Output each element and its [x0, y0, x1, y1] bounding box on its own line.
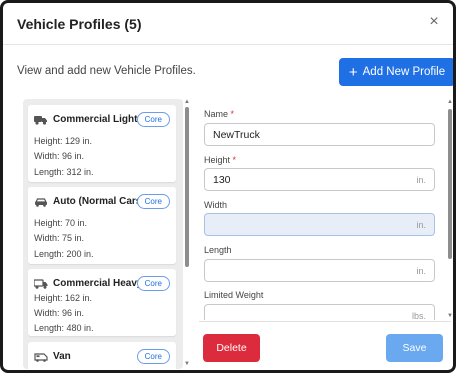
save-button[interactable]: Save [386, 334, 443, 362]
profile-name: Auto (Normal Cars) [53, 196, 145, 207]
profile-name: Commercial Heavy [53, 278, 143, 289]
add-new-profile-label: Add New Profile [362, 66, 446, 78]
name-label: Name * [204, 109, 235, 119]
dialog-header: Vehicle Profiles (5) × [3, 3, 453, 45]
scrollbar-thumb[interactable] [448, 109, 452, 259]
profile-height: Height: 129 in. [34, 136, 93, 146]
scroll-up-icon[interactable]: ▲ [447, 99, 453, 105]
scroll-down-icon[interactable]: ▼ [184, 361, 190, 367]
required-marker: * [232, 155, 237, 165]
height-unit: in. [416, 175, 426, 185]
core-badge: Core [136, 276, 170, 291]
footer-divider [199, 321, 451, 322]
profile-card-auto[interactable]: Auto (Normal Cars) Core Height: 70 in. W… [28, 187, 176, 264]
scroll-down-icon[interactable]: ▼ [447, 313, 453, 319]
dialog-title: Vehicle Profiles (5) [17, 16, 142, 32]
profile-list-scrollbar[interactable]: ▲ ▼ [184, 99, 190, 369]
scrollbar-thumb[interactable] [185, 107, 189, 267]
required-marker: * [230, 109, 235, 119]
profile-card-commercial-heavy[interactable]: Commercial Heavy Core Height: 162 in. Wi… [28, 269, 176, 336]
height-label: Height * [204, 155, 237, 165]
heavy-truck-icon [34, 278, 48, 289]
profile-length: Length: 480 in. [34, 323, 94, 333]
scroll-up-icon[interactable]: ▲ [184, 99, 190, 105]
profile-form: Name * NewTruck Height * 130 in. Width i… [199, 99, 443, 369]
dialog-description: View and add new Vehicle Profiles. [17, 65, 196, 77]
profile-list: Commercial Light Core Height: 129 in. Wi… [23, 99, 183, 369]
profile-width: Width: 96 in. [34, 308, 85, 318]
van-icon [34, 352, 48, 362]
length-label: Length [204, 245, 232, 255]
profile-length: Length: 312 in. [34, 167, 94, 177]
core-badge: Core [136, 349, 170, 364]
vehicle-profiles-dialog: Vehicle Profiles (5) × View and add new … [0, 0, 456, 373]
profile-width: Width: 75 in. [34, 233, 85, 243]
limited-weight-input[interactable]: lbs. [204, 304, 435, 320]
length-input[interactable]: in. [204, 259, 435, 282]
name-input[interactable]: NewTruck [204, 123, 435, 146]
profile-width: Width: 96 in. [34, 151, 85, 161]
profile-height: Height: 70 in. [34, 218, 88, 228]
height-input[interactable]: 130 in. [204, 168, 435, 191]
profile-length: Length: 200 in. [34, 249, 94, 259]
profile-card-commercial-light[interactable]: Commercial Light Core Height: 129 in. Wi… [28, 105, 176, 182]
close-icon[interactable]: × [425, 13, 443, 31]
core-badge: Core [136, 194, 170, 209]
form-scrollbar[interactable]: ▲ ▼ [447, 99, 453, 319]
width-unit: in. [416, 220, 426, 230]
length-unit: in. [416, 266, 426, 276]
car-icon [35, 197, 47, 207]
width-input[interactable]: in. [204, 213, 435, 236]
width-label: Width [204, 200, 228, 210]
limited-weight-unit: lbs. [411, 311, 426, 320]
add-new-profile-button[interactable]: + Add New Profile [339, 58, 453, 86]
delete-button[interactable]: Delete [203, 334, 260, 362]
core-badge: Core [136, 112, 170, 127]
profile-name: Commercial Light [53, 114, 138, 125]
profile-card-van[interactable]: Van Core [28, 342, 176, 369]
profile-height: Height: 162 in. [34, 293, 93, 303]
truck-icon [34, 115, 47, 125]
plus-icon: + [348, 63, 358, 81]
name-value: NewTruck [213, 129, 260, 141]
limited-weight-label: Limited Weight [204, 290, 264, 300]
height-value: 130 [213, 174, 231, 186]
profile-name: Van [53, 351, 71, 362]
